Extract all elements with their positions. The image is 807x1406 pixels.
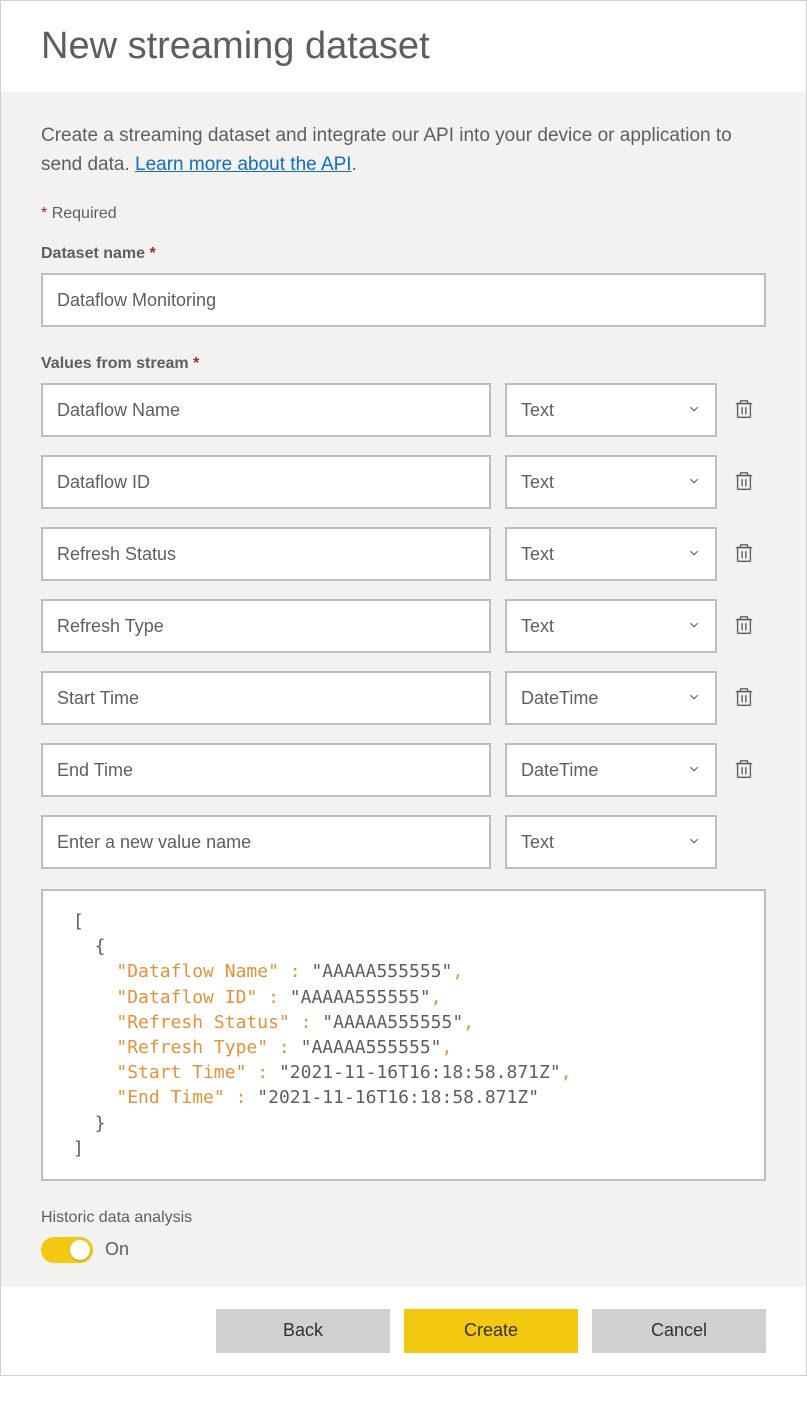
value-name-input[interactable] — [41, 743, 491, 797]
required-asterisk: * — [41, 205, 47, 222]
create-button[interactable]: Create — [404, 1309, 578, 1353]
stream-value-row: Text — [41, 815, 766, 869]
required-asterisk: * — [193, 355, 199, 372]
value-name-input[interactable] — [41, 599, 491, 653]
required-label: Required — [52, 205, 117, 222]
page-title: New streaming dataset — [41, 25, 766, 68]
value-type-select[interactable]: Text — [505, 815, 717, 869]
historic-analysis-toggle[interactable] — [41, 1237, 93, 1263]
dataset-name-group: Dataset name * — [41, 245, 766, 327]
historic-analysis-section: Historic data analysis On — [41, 1209, 766, 1263]
value-type-select[interactable]: Text — [505, 455, 717, 509]
dialog-header: New streaming dataset — [1, 1, 806, 92]
value-type-select[interactable]: Text — [505, 527, 717, 581]
value-type-select[interactable]: DateTime — [505, 743, 717, 797]
trash-icon — [733, 758, 755, 783]
chevron-down-icon — [687, 400, 701, 421]
json-preview: [ { "Dataflow Name" : "AAAAA555555", "Da… — [41, 889, 766, 1181]
value-name-input[interactable] — [41, 455, 491, 509]
cancel-button[interactable]: Cancel — [592, 1309, 766, 1353]
value-type-text: DateTime — [521, 760, 598, 781]
description-text: Create a streaming dataset and integrate… — [41, 122, 766, 179]
dataset-name-label: Dataset name * — [41, 245, 766, 263]
stream-value-row: Text — [41, 455, 766, 509]
stream-rows-container: Text Text Text Text DateTime DateTime Text — [41, 383, 766, 869]
dialog-footer: Back Create Cancel — [1, 1287, 806, 1375]
dataset-name-input[interactable] — [41, 273, 766, 327]
value-name-input[interactable] — [41, 815, 491, 869]
required-note: * Required — [41, 205, 766, 223]
chevron-down-icon — [687, 760, 701, 781]
value-type-text: Text — [521, 472, 554, 493]
trash-icon — [733, 614, 755, 639]
trash-icon — [733, 398, 755, 423]
new-streaming-dataset-dialog: New streaming dataset Create a streaming… — [0, 0, 807, 1376]
chevron-down-icon — [687, 832, 701, 853]
value-name-input[interactable] — [41, 383, 491, 437]
delete-value-button[interactable] — [731, 469, 757, 495]
delete-value-button[interactable] — [731, 541, 757, 567]
trash-icon — [733, 470, 755, 495]
value-type-text: Text — [521, 400, 554, 421]
toggle-knob — [70, 1240, 90, 1260]
learn-more-link[interactable]: Learn more about the API — [135, 154, 352, 175]
description-suffix: . — [352, 154, 357, 175]
stream-value-row: DateTime — [41, 671, 766, 725]
back-button[interactable]: Back — [216, 1309, 390, 1353]
dataset-name-label-text: Dataset name — [41, 245, 145, 262]
values-from-stream-label: Values from stream * — [41, 355, 766, 373]
value-type-select[interactable]: DateTime — [505, 671, 717, 725]
chevron-down-icon — [687, 688, 701, 709]
chevron-down-icon — [687, 472, 701, 493]
value-name-input[interactable] — [41, 527, 491, 581]
delete-value-button[interactable] — [731, 757, 757, 783]
stream-value-row: Text — [41, 527, 766, 581]
value-type-text: Text — [521, 616, 554, 637]
stream-value-row: Text — [41, 599, 766, 653]
stream-value-row: DateTime — [41, 743, 766, 797]
value-type-select[interactable]: Text — [505, 383, 717, 437]
value-type-text: DateTime — [521, 688, 598, 709]
value-name-input[interactable] — [41, 671, 491, 725]
value-type-text: Text — [521, 832, 554, 853]
historic-analysis-state: On — [105, 1239, 129, 1260]
dialog-body: Create a streaming dataset and integrate… — [1, 92, 806, 1287]
values-from-stream-label-text: Values from stream — [41, 355, 189, 372]
trash-icon — [733, 542, 755, 567]
values-from-stream-group: Values from stream * Text Text Text Text Dat… — [41, 355, 766, 1181]
value-type-select[interactable]: Text — [505, 599, 717, 653]
chevron-down-icon — [687, 616, 701, 637]
chevron-down-icon — [687, 544, 701, 565]
trash-icon — [733, 686, 755, 711]
delete-value-button[interactable] — [731, 613, 757, 639]
historic-analysis-label: Historic data analysis — [41, 1209, 766, 1227]
delete-value-button[interactable] — [731, 397, 757, 423]
required-asterisk: * — [150, 245, 156, 262]
stream-value-row: Text — [41, 383, 766, 437]
value-type-text: Text — [521, 544, 554, 565]
historic-analysis-toggle-row: On — [41, 1237, 766, 1263]
delete-value-button[interactable] — [731, 685, 757, 711]
